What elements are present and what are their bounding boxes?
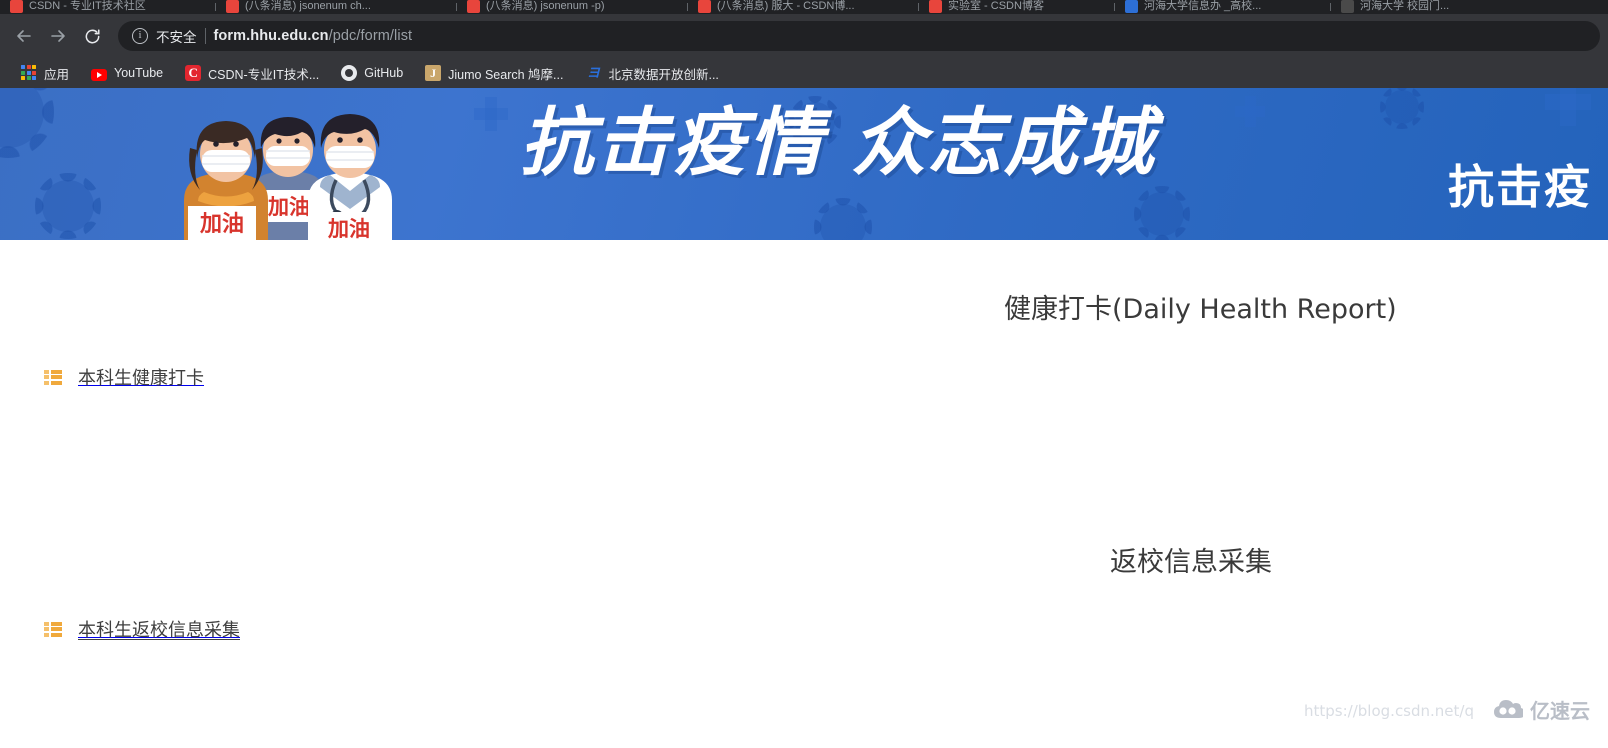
medical-cross-decoration bbox=[485, 97, 497, 131]
bookmark-label: 应用 bbox=[44, 64, 69, 83]
bookmark-csdn[interactable]: C CSDN-专业IT技术... bbox=[174, 61, 330, 86]
list-icon bbox=[44, 622, 62, 637]
bookmark-github[interactable]: GitHub bbox=[330, 62, 414, 84]
medical-cross-decoration bbox=[1560, 88, 1576, 126]
tab-title: (八条消息) jsonenum ch... bbox=[245, 0, 371, 13]
csdn-favicon-icon bbox=[226, 0, 239, 13]
watermark-yisu-label: 亿速云 bbox=[1530, 695, 1590, 724]
form-link-undergraduate-return-info[interactable]: 本科生返校信息采集 bbox=[44, 616, 240, 642]
reload-button[interactable] bbox=[76, 20, 108, 52]
cloud-icon bbox=[1493, 699, 1523, 721]
banner-title: 抗击疫情 众志成城 bbox=[520, 106, 1156, 180]
svg-text:加油: 加油 bbox=[199, 212, 244, 237]
hhu-favicon-icon bbox=[1341, 0, 1354, 13]
virus-decoration bbox=[1140, 192, 1184, 236]
bookmark-label: CSDN-专业IT技术... bbox=[208, 64, 319, 83]
bookmark-label: YouTube bbox=[114, 66, 163, 80]
medical-cross-decoration bbox=[1245, 96, 1256, 127]
browser-tab[interactable]: (八条消息) 服大 - CSDN博... bbox=[688, 0, 918, 14]
watermark-csdn: https://blog.csdn.net/q bbox=[1304, 702, 1474, 720]
tab-title: CSDN - 专业IT技术社区 bbox=[29, 0, 146, 13]
csdn-favicon-icon bbox=[698, 0, 711, 13]
url-path: /pdc/form/list bbox=[329, 28, 413, 44]
virus-decoration bbox=[0, 88, 44, 148]
browser-tab[interactable]: CSDN - 专业IT技术社区 bbox=[0, 0, 215, 14]
form-list-content: 健康打卡(Daily Health Report) 本科生健康打卡 返校信息采集… bbox=[0, 240, 1608, 748]
watermark-yisu: 亿速云 bbox=[1493, 695, 1590, 724]
apps-grid-icon bbox=[21, 65, 37, 81]
form-link-label: 本科生健康打卡 bbox=[78, 364, 204, 390]
page-content: 加油 加油 bbox=[0, 88, 1608, 748]
url-host: form.hhu.edu.cn bbox=[214, 28, 329, 44]
virus-decoration bbox=[42, 180, 94, 232]
bookmark-label: Jiumo Search 鸠摩... bbox=[448, 64, 563, 83]
bookmark-label: GitHub bbox=[364, 66, 403, 80]
form-link-label: 本科生返校信息采集 bbox=[78, 616, 240, 642]
youtube-icon bbox=[91, 69, 107, 81]
info-circle-icon[interactable]: i bbox=[132, 28, 148, 44]
bookmark-jiumo[interactable]: J Jiumo Search 鸠摩... bbox=[414, 61, 574, 86]
svg-text:加油: 加油 bbox=[327, 217, 370, 240]
form-link-undergraduate-health-report[interactable]: 本科生健康打卡 bbox=[44, 364, 204, 390]
section-heading-return-info: 返校信息采集 bbox=[1110, 540, 1272, 579]
forward-button[interactable] bbox=[42, 20, 74, 52]
browser-tab[interactable]: 河海大学 校园门... bbox=[1331, 0, 1521, 14]
section-heading-health-report: 健康打卡(Daily Health Report) bbox=[1004, 287, 1397, 326]
tab-strip: CSDN - 专业IT技术社区 (八条消息) jsonenum ch... (八… bbox=[0, 0, 1608, 14]
back-button[interactable] bbox=[8, 20, 40, 52]
bookmarks-bar: 应用 YouTube C CSDN-专业IT技术... GitHub J Jiu… bbox=[0, 58, 1608, 88]
bookmark-label: 北京数据开放创新... bbox=[608, 64, 718, 83]
url-text: form.hhu.edu.cn/pdc/form/list bbox=[214, 28, 413, 44]
browser-tab[interactable]: (八条消息) jsonenum -p) bbox=[457, 0, 687, 14]
bookmark-apps[interactable]: 应用 bbox=[10, 61, 80, 86]
browser-toolbar: i 不安全 form.hhu.edu.cn/pdc/form/list bbox=[0, 14, 1608, 58]
covid-banner: 加油 加油 bbox=[0, 88, 1608, 240]
csdn-favicon-icon bbox=[10, 0, 23, 13]
security-status-label: 不安全 bbox=[156, 26, 197, 46]
virus-decoration bbox=[1385, 90, 1419, 124]
hhu-favicon-icon bbox=[1125, 0, 1138, 13]
tab-title: 河海大学 校园门... bbox=[1360, 0, 1449, 13]
tab-title: 实验室 - CSDN博客 bbox=[948, 0, 1044, 13]
svg-text:加油: 加油 bbox=[267, 195, 310, 219]
jiumo-icon: J bbox=[425, 65, 441, 81]
csdn-icon: C bbox=[185, 65, 201, 81]
browser-window: CSDN - 专业IT技术社区 (八条消息) jsonenum ch... (八… bbox=[0, 0, 1608, 748]
github-icon bbox=[341, 65, 357, 81]
bookmark-youtube[interactable]: YouTube bbox=[80, 63, 174, 83]
virus-decoration bbox=[820, 204, 866, 240]
banner-title-secondary: 抗击疫 bbox=[1448, 164, 1592, 210]
list-icon bbox=[44, 370, 62, 385]
csdn-favicon-icon bbox=[467, 0, 480, 13]
bookmark-beijing-data[interactable]: ヨ 北京数据开放创新... bbox=[574, 61, 729, 86]
tab-title: (八条消息) jsonenum -p) bbox=[486, 0, 605, 13]
omnibox-divider bbox=[205, 28, 206, 44]
browser-tab[interactable]: 实验室 - CSDN博客 bbox=[919, 0, 1114, 14]
csdn-favicon-icon bbox=[929, 0, 942, 13]
beijing-data-icon: ヨ bbox=[585, 65, 601, 81]
tab-title: 河海大学信息办 _高校... bbox=[1144, 0, 1261, 13]
browser-tab[interactable]: 河海大学信息办 _高校... bbox=[1115, 0, 1330, 14]
banner-illustration: 加油 加油 bbox=[140, 88, 440, 240]
tab-title: (八条消息) 服大 - CSDN博... bbox=[717, 0, 855, 13]
address-bar[interactable]: i 不安全 form.hhu.edu.cn/pdc/form/list bbox=[118, 21, 1600, 51]
browser-tab[interactable]: (八条消息) jsonenum ch... bbox=[216, 0, 456, 14]
